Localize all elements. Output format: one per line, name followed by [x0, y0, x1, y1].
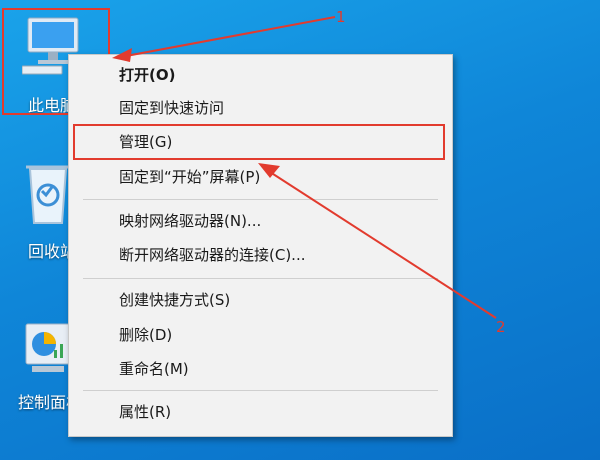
menu-item-rename[interactable]: 重命名(M) — [119, 359, 189, 379]
menu-item-map-network-drive[interactable]: 映射网络驱动器(N)... — [119, 211, 261, 231]
context-menu: 打开(O) 固定到快速访问 管理(G) 固定到“开始”屏幕(P) 映射网络驱动器… — [68, 54, 453, 437]
annotation-number-2: 2 — [496, 318, 506, 336]
menu-item-pin-start[interactable]: 固定到“开始”屏幕(P) — [119, 167, 260, 187]
menu-item-properties[interactable]: 属性(R) — [119, 402, 171, 422]
menu-separator — [83, 199, 438, 200]
arrow-1-shaft — [125, 16, 336, 57]
menu-item-pin-quick-access[interactable]: 固定到快速访问 — [119, 98, 224, 118]
control-panel-icon — [25, 323, 71, 372]
menu-item-delete[interactable]: 删除(D) — [119, 325, 172, 345]
menu-item-manage[interactable]: 管理(G) — [119, 132, 172, 152]
menu-item-open[interactable]: 打开(O) — [119, 65, 175, 85]
menu-item-disconnect-network-drive[interactable]: 断开网络驱动器的连接(C)... — [119, 245, 305, 265]
menu-separator — [83, 278, 438, 279]
menu-item-create-shortcut[interactable]: 创建快捷方式(S) — [119, 290, 230, 310]
menu-separator — [83, 390, 438, 391]
recycle-bin-icon — [26, 165, 70, 224]
annotation-number-1: 1 — [336, 8, 346, 26]
